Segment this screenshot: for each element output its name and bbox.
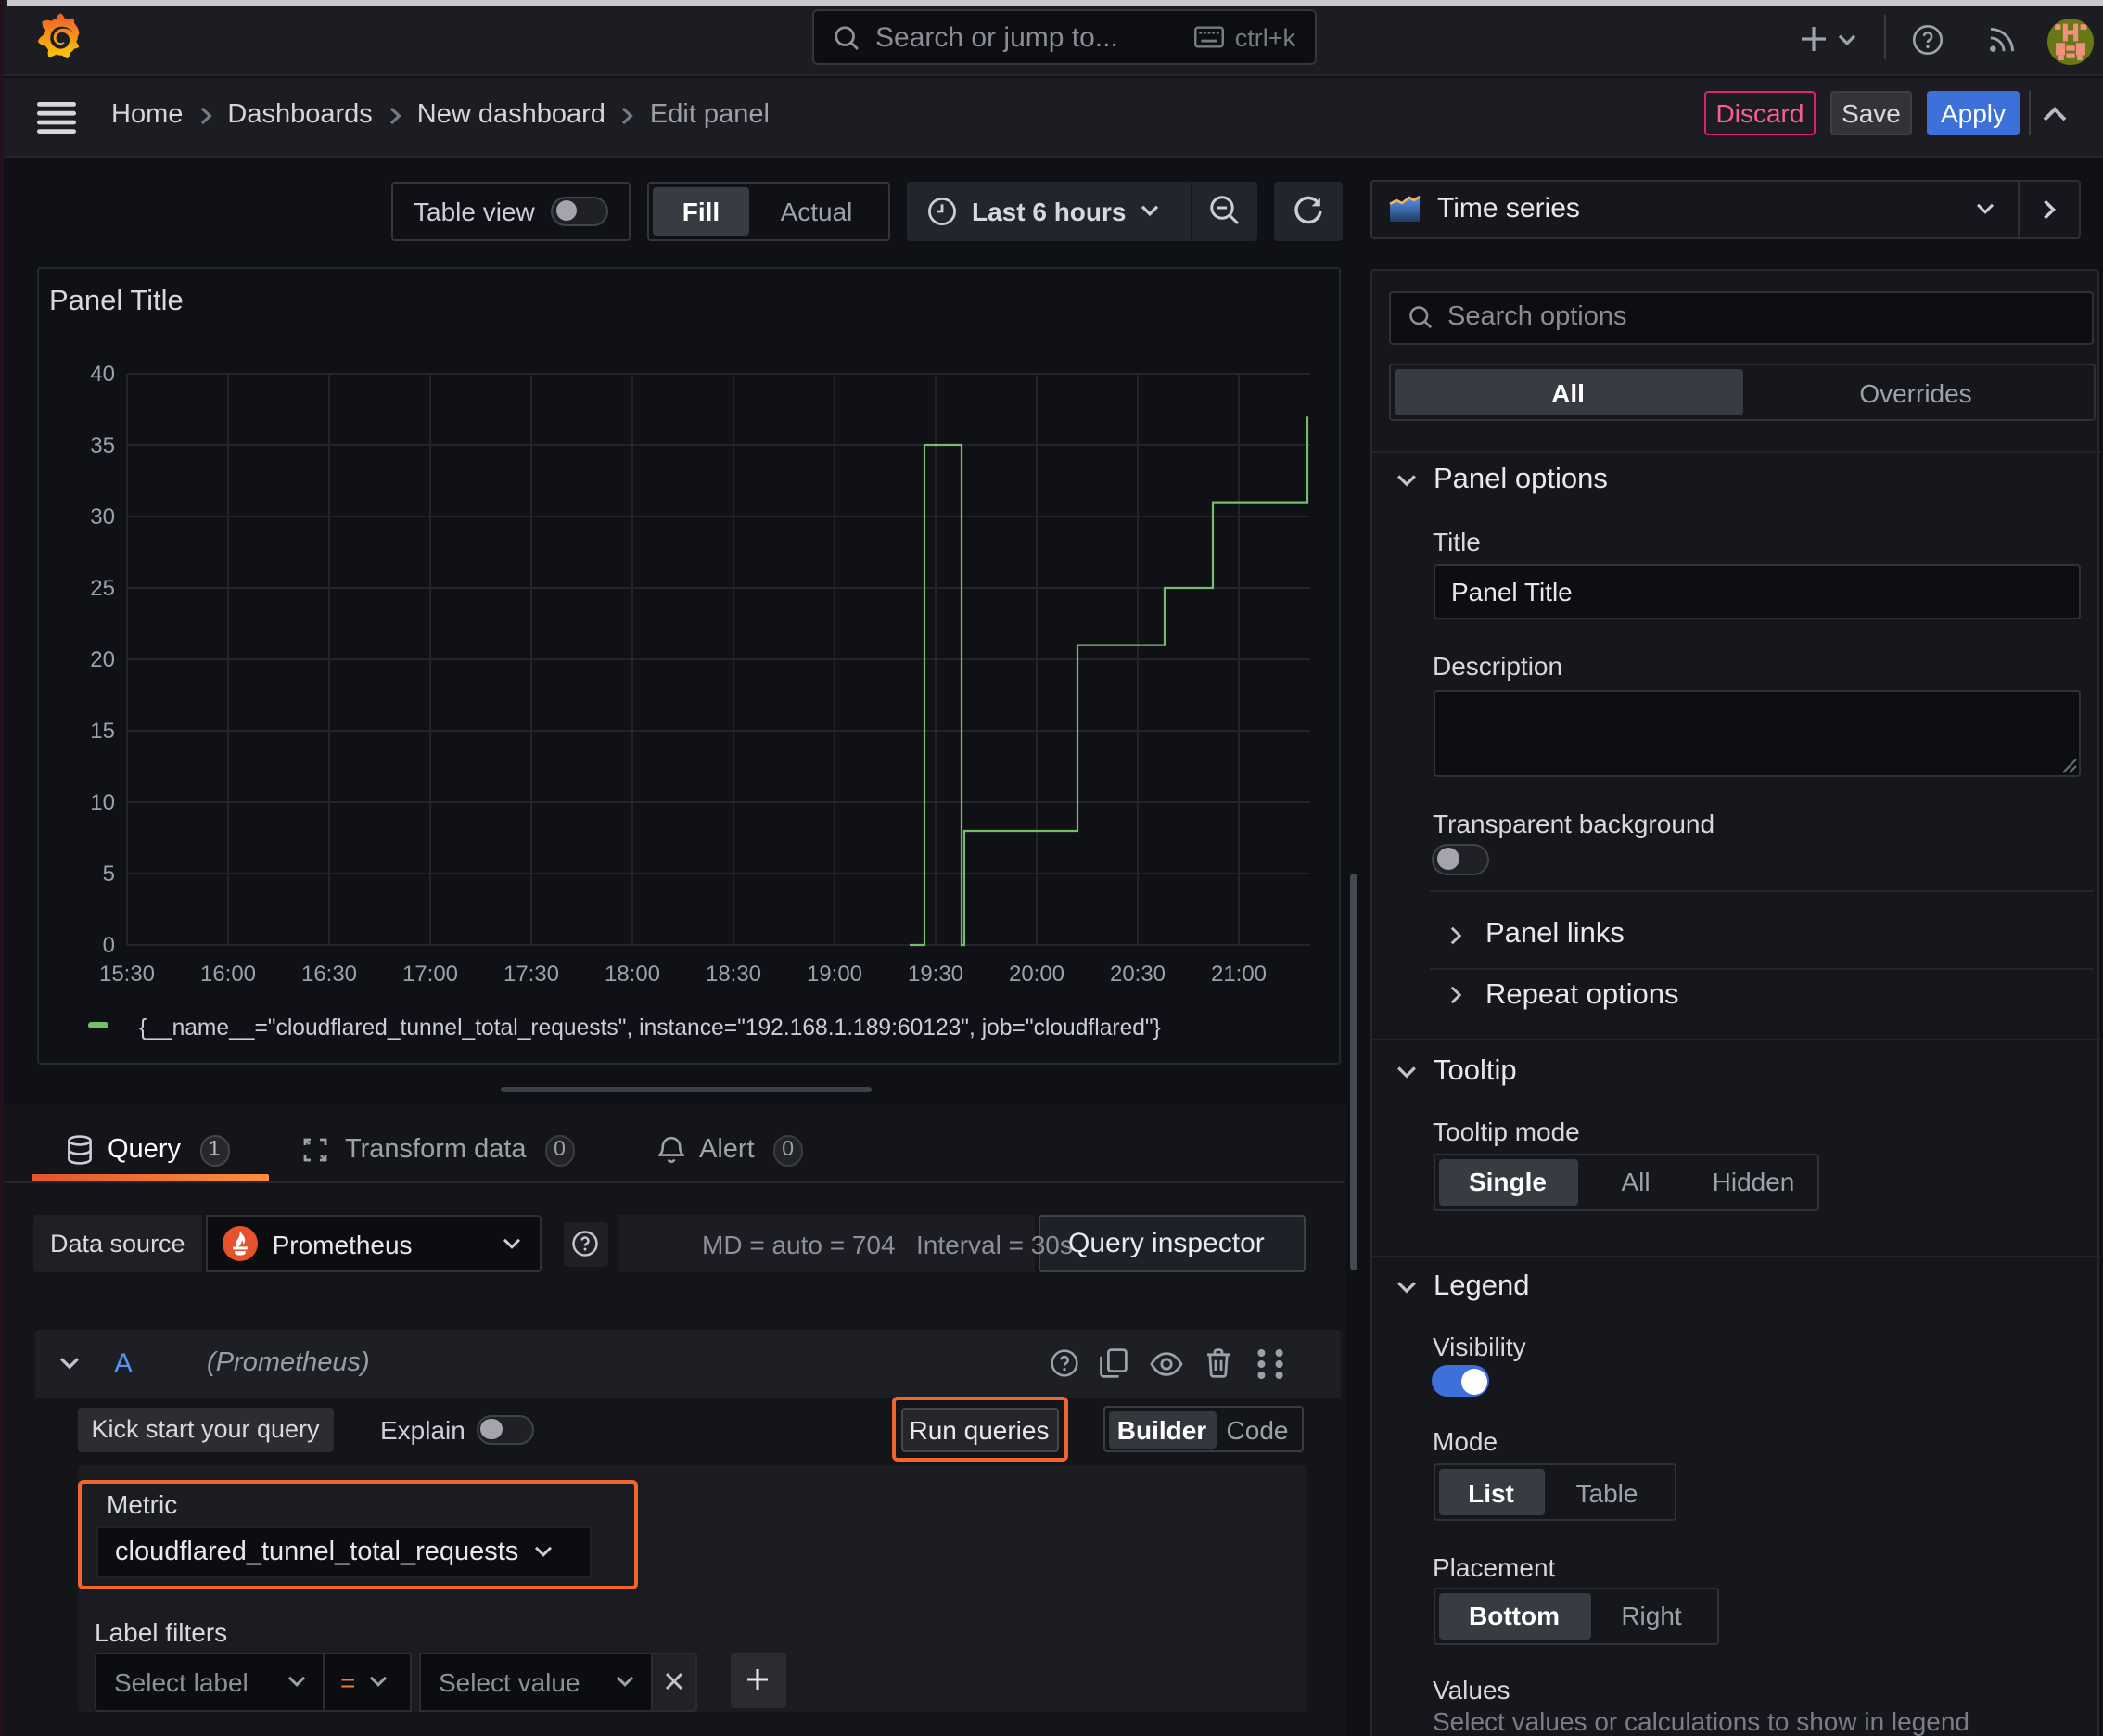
svg-text:17:00: 17:00 (401, 961, 457, 986)
svg-text:19:00: 19:00 (806, 961, 861, 986)
svg-text:30: 30 (89, 504, 114, 529)
svg-text:10: 10 (89, 789, 114, 814)
svg-text:19:30: 19:30 (907, 961, 962, 986)
svg-text:20:00: 20:00 (1008, 961, 1064, 986)
svg-text:15: 15 (89, 718, 114, 743)
svg-text:18:30: 18:30 (705, 961, 760, 986)
svg-text:21:00: 21:00 (1210, 961, 1266, 986)
svg-text:0: 0 (102, 932, 114, 957)
svg-text:35: 35 (89, 432, 114, 457)
svg-text:17:30: 17:30 (503, 961, 558, 986)
svg-text:25: 25 (89, 575, 114, 600)
svg-text:{__name__="cloudflared_tunnel_: {__name__="cloudflared_tunnel_total_requ… (138, 1015, 1160, 1040)
svg-text:16:30: 16:30 (300, 961, 356, 986)
svg-text:15:30: 15:30 (98, 961, 154, 986)
svg-text:5: 5 (102, 861, 114, 886)
svg-text:18:00: 18:00 (604, 961, 659, 986)
svg-text:20:30: 20:30 (1109, 961, 1165, 986)
svg-text:40: 40 (89, 361, 114, 386)
svg-text:20: 20 (89, 646, 114, 671)
svg-text:16:00: 16:00 (199, 961, 255, 986)
